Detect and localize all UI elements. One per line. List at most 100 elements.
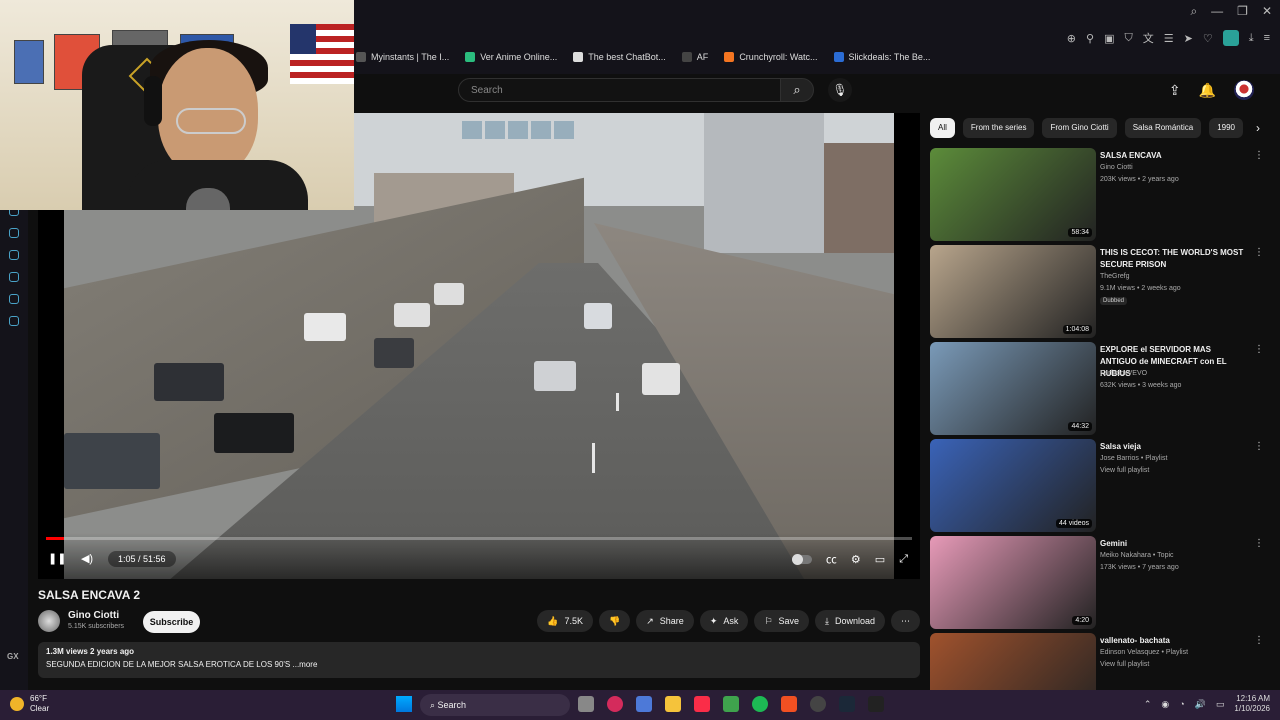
more-vert-icon[interactable]: ⋮: [1254, 344, 1264, 355]
downloads-icon[interactable]: [9, 272, 19, 282]
snapshot-icon[interactable]: ▣: [1104, 32, 1114, 45]
bookmark-item[interactable]: The best ChatBot...: [573, 52, 666, 62]
video-thumbnail[interactable]: 1:04:08: [930, 245, 1096, 338]
close-icon[interactable]: ✕: [1262, 4, 1272, 19]
channel-name[interactable]: Gino Ciotti: [68, 610, 119, 621]
dislike-button[interactable]: 👎: [599, 610, 631, 632]
save-button[interactable]: ⚐ Save: [754, 610, 809, 632]
share-button[interactable]: ↗ Share: [636, 610, 694, 632]
recommendation-channel[interactable]: FarfadoxVEVO: [1100, 370, 1147, 377]
bookmark-item[interactable]: AF: [681, 52, 708, 62]
search-icon[interactable]: ⌕: [1190, 4, 1197, 19]
fullscreen-icon[interactable]: ⤢: [899, 553, 908, 566]
settings-icon[interactable]: [9, 316, 19, 326]
captions-icon[interactable]: ㏄: [826, 551, 837, 567]
store-icon[interactable]: [636, 696, 652, 712]
music-icon[interactable]: [694, 696, 710, 712]
recommendation-title[interactable]: SALSA ENCAVA: [1100, 150, 1246, 162]
notifications-icon[interactable]: 🔔: [1199, 82, 1216, 99]
chevron-up-icon[interactable]: ⌃: [1144, 699, 1152, 710]
recommendation-item[interactable]: 44 videos Salsa vieja Jose Barrios • Playl…: [930, 439, 1264, 536]
recommendation-channel[interactable]: Edinson Velasquez • Playlist: [1100, 649, 1188, 656]
search-button[interactable]: ⌕: [780, 78, 814, 102]
video-thumbnail[interactable]: 58:34: [930, 148, 1096, 241]
autoplay-toggle[interactable]: [791, 553, 812, 565]
video-thumbnail[interactable]: 44 videos: [930, 439, 1096, 532]
more-vert-icon[interactable]: ⋮: [1254, 441, 1264, 452]
shield-icon[interactable]: ⛉: [1124, 32, 1132, 45]
recommendation-title[interactable]: Gemini: [1100, 538, 1246, 550]
windows-start-icon[interactable]: [396, 696, 412, 712]
channel-avatar[interactable]: [38, 610, 60, 632]
progress-bar[interactable]: [46, 537, 912, 540]
epic-games-icon[interactable]: [868, 696, 884, 712]
chevron-right-icon[interactable]: ›: [1256, 121, 1260, 135]
restore-icon[interactable]: ❐: [1237, 4, 1248, 19]
menu-icon[interactable]: ≡: [1264, 32, 1270, 44]
subscribe-button[interactable]: Subscribe: [143, 611, 200, 633]
recommendation-item[interactable]: 58:34 SALSA ENCAVA Gino Ciotti 203K views •…: [930, 148, 1264, 245]
recommendation-item[interactable]: 4:20 Gemini Meiko Nakahara • Topic 173K vie…: [930, 536, 1264, 633]
account-avatar[interactable]: [1234, 80, 1254, 100]
video-thumbnail[interactable]: 4:20: [930, 536, 1096, 629]
volume-button[interactable]: ◀): [78, 550, 96, 568]
settings-icon[interactable]: ⚙: [851, 553, 861, 566]
more-vert-icon[interactable]: ⋮: [1254, 635, 1264, 646]
clock[interactable]: 12:16 AM 1/10/2026: [1234, 694, 1270, 714]
file-explorer-icon[interactable]: [665, 696, 681, 712]
download-icon[interactable]: ⤓: [1249, 32, 1254, 45]
more-vert-icon[interactable]: ⋮: [1254, 150, 1264, 161]
chip-1990[interactable]: 1990: [1209, 118, 1243, 138]
voice-search-button[interactable]: 🎙: [828, 78, 852, 102]
tray-app-icon[interactable]: ◉: [1161, 699, 1169, 710]
more-vert-icon[interactable]: ⋮: [1254, 538, 1264, 549]
extensions-icon[interactable]: [9, 294, 19, 304]
recommendation-title[interactable]: Salsa vieja: [1100, 441, 1246, 453]
pause-button[interactable]: ❚❚: [48, 550, 66, 568]
overlay-button[interactable]: [554, 121, 574, 139]
ask-button[interactable]: ✦ Ask: [699, 610, 749, 632]
chip-salsa-rom-ntica[interactable]: Salsa Romántica: [1124, 118, 1202, 138]
chip-from-gino-ciotti[interactable]: From Gino Ciotti: [1042, 118, 1117, 138]
download-button[interactable]: ⤓ Download: [814, 610, 885, 632]
spotify-icon[interactable]: [752, 696, 768, 712]
extension-icon[interactable]: [1222, 30, 1239, 46]
pin-icon[interactable]: ⚲: [1086, 32, 1094, 45]
weather-widget[interactable]: 66°F Clear: [10, 694, 49, 714]
upload-icon[interactable]: ⇪: [1169, 82, 1181, 99]
send-icon[interactable]: ➤: [1184, 32, 1193, 45]
miniplayer-icon[interactable]: ▭: [875, 553, 885, 566]
chrome-icon[interactable]: [810, 696, 826, 712]
recommendation-title[interactable]: THIS IS CECOT: THE WORLD'S MOST SECURE P…: [1100, 247, 1246, 271]
chip-all[interactable]: All: [930, 118, 955, 138]
more-vert-icon[interactable]: ⋮: [1254, 247, 1264, 258]
overlay-button[interactable]: [508, 121, 528, 139]
battery-icon[interactable]: ▭: [1216, 699, 1225, 710]
video-thumbnail[interactable]: 44:32: [930, 342, 1096, 435]
recommendation-item[interactable]: 44:32 EXPLORE el SERVIDOR MAS ANTIGUO de …: [930, 342, 1264, 439]
search-input[interactable]: Search: [458, 78, 782, 102]
chip-from-the-series[interactable]: From the series: [962, 118, 1035, 138]
heart-icon[interactable]: ♡: [1203, 32, 1213, 45]
bookmark-item[interactable]: Slickdeals: The Be...: [833, 52, 930, 62]
opera-gx-icon[interactable]: [607, 696, 623, 712]
bookmark-item[interactable]: Crunchyroll: Watc...: [724, 52, 818, 62]
recommendation-channel[interactable]: Jose Barrios • Playlist: [1100, 455, 1167, 462]
recommendation-channel[interactable]: TheGrefg: [1100, 273, 1130, 280]
recommendation-channel[interactable]: Meiko Nakahara • Topic: [1100, 552, 1174, 559]
recommendation-title[interactable]: vallenato- bachata: [1100, 635, 1246, 647]
zoom-icon[interactable]: ⊕: [1067, 32, 1076, 45]
volume-icon[interactable]: 🔊: [1195, 699, 1206, 710]
overlay-button[interactable]: [485, 121, 505, 139]
recommendation-channel[interactable]: Gino Ciotti: [1100, 164, 1133, 171]
bookmark-item[interactable]: Myinstants | The I...: [356, 52, 449, 62]
bookmark-icon[interactable]: [9, 228, 19, 238]
steam-icon[interactable]: [839, 696, 855, 712]
wifi-icon[interactable]: ◔: [1179, 699, 1184, 709]
description-box[interactable]: 1.3M views 2 years ago SEGUNDA EDICION D…: [38, 642, 920, 678]
task-view-icon[interactable]: [578, 696, 594, 712]
recommendation-item[interactable]: 1:04:08 THIS IS CECOT: THE WORLD'S MOST S…: [930, 245, 1264, 342]
overlay-button[interactable]: [462, 121, 482, 139]
app-icon[interactable]: [781, 696, 797, 712]
vpn-icon[interactable]: ☰: [1164, 32, 1174, 45]
